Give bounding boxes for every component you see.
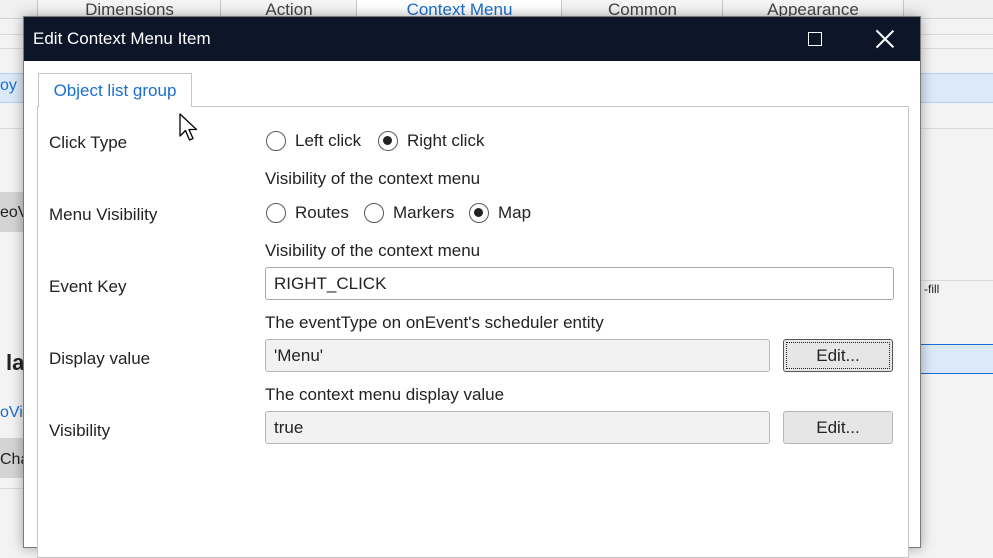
bg-tab-dimensions[interactable]: Dimensions — [37, 0, 222, 19]
edit-context-menu-item-dialog: Edit Context Menu Item Object list group… — [23, 16, 921, 558]
radio-label: Map — [498, 203, 532, 222]
menu-visibility-hint: Visibility of the context menu — [265, 241, 481, 260]
radio-circle — [364, 203, 384, 223]
maximize-button[interactable] — [792, 17, 838, 61]
radio-circle — [266, 131, 286, 151]
event-key-hint: The eventType on onEvent's scheduler ent… — [265, 313, 604, 332]
display-value-hint: The context menu display value — [265, 385, 505, 404]
visibility-edit-button[interactable]: Edit... — [783, 411, 893, 444]
radio-circle — [266, 203, 286, 223]
bg-tab-common[interactable]: Common — [561, 0, 724, 19]
display-value-input[interactable]: 'Menu' — [265, 339, 770, 372]
bg-tab-appearance[interactable]: Appearance — [722, 0, 904, 19]
bg-selected-field — [919, 344, 993, 374]
radio-routes[interactable]: Routes — [266, 203, 349, 223]
radio-right-click[interactable]: Right click — [378, 131, 484, 151]
radio-circle-selected — [469, 203, 489, 223]
close-button[interactable] — [862, 17, 908, 61]
radio-left-click[interactable]: Left click — [266, 131, 361, 151]
mouse-pointer-icon — [179, 113, 198, 141]
radio-label: Routes — [295, 203, 349, 222]
bg-fragment: la — [6, 350, 25, 375]
display-value-edit-button[interactable]: Edit... — [783, 339, 893, 372]
menu-visibility-label: Menu Visibility — [49, 205, 158, 224]
radio-label: Markers — [393, 203, 455, 222]
bg-fragment: oy — [0, 77, 17, 94]
dialog-title: Edit Context Menu Item — [33, 29, 211, 48]
bg-tab-context-menu[interactable]: Context Menu — [356, 0, 563, 19]
bg-fragment: -fill — [924, 282, 940, 296]
click-type-label: Click Type — [49, 133, 128, 152]
radio-circle-selected — [378, 131, 398, 151]
event-key-label: Event Key — [49, 277, 127, 296]
click-type-hint: Visibility of the context menu — [265, 169, 481, 188]
visibility-input[interactable]: true — [265, 411, 770, 444]
event-key-input[interactable]: RIGHT_CLICK — [265, 267, 894, 300]
maximize-icon — [808, 32, 822, 46]
visibility-label: Visibility — [49, 421, 111, 440]
radio-label: Left click — [295, 131, 362, 150]
dialog-titlebar[interactable]: Edit Context Menu Item — [24, 17, 920, 61]
display-value-label: Display value — [49, 349, 151, 368]
radio-label: Right click — [407, 131, 485, 150]
radio-map[interactable]: Map — [469, 203, 531, 223]
tab-object-list-group[interactable]: Object list group — [38, 73, 192, 107]
close-icon — [876, 30, 894, 48]
bg-divider — [919, 280, 993, 281]
radio-markers[interactable]: Markers — [364, 203, 454, 223]
bg-divider — [0, 488, 23, 489]
bg-tab-action[interactable]: Action — [220, 0, 358, 19]
